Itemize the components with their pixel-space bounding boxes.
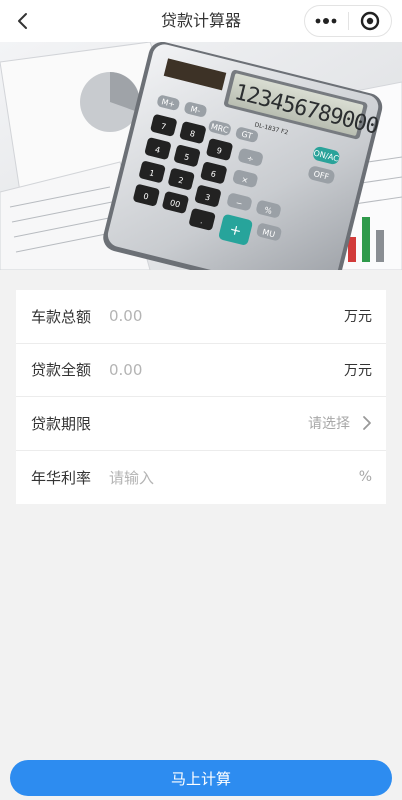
target-circle-icon [360, 11, 379, 31]
miniprogram-capsule [304, 5, 392, 37]
loan-term-label: 贷款期限 [31, 414, 92, 433]
loan-term-select[interactable]: 请选择 [308, 397, 350, 450]
calculator-illustration: 123456789000 DL-1837 F2 M+ M- MRC GT ON/… [0, 42, 402, 270]
car-total-label: 车款总额 [31, 307, 92, 326]
banner-image: 123456789000 DL-1837 F2 M+ M- MRC GT ON/… [0, 42, 402, 270]
more-button[interactable] [305, 6, 348, 36]
calculate-button[interactable]: 马上计算 [10, 760, 392, 796]
annual-rate-label: 年华利率 [31, 468, 92, 487]
form-row-loan-amount[interactable]: 贷款全额 0.00 万元 [16, 344, 386, 397]
form-row-car-total[interactable]: 车款总额 0.00 万元 [16, 290, 386, 344]
more-dots-icon [315, 18, 337, 24]
loan-form: 车款总额 0.00 万元 贷款全额 0.00 万元 贷款期限 请选择 年华利率 … [16, 290, 386, 504]
car-total-unit: 万元 [344, 309, 372, 326]
annual-rate-input[interactable]: 请输入 [109, 451, 154, 505]
car-total-input[interactable]: 0.00 [109, 290, 142, 343]
loan-amount-unit: 万元 [344, 362, 372, 379]
loan-amount-input[interactable]: 0.00 [109, 344, 142, 397]
navigation-bar: 贷款计算器 [0, 0, 402, 42]
form-row-annual-rate[interactable]: 年华利率 请输入 % [16, 451, 386, 505]
form-row-loan-term[interactable]: 贷款期限 请选择 [16, 397, 386, 451]
close-button[interactable] [348, 6, 391, 36]
loan-amount-label: 贷款全额 [31, 361, 92, 380]
chevron-right-icon [362, 397, 372, 450]
annual-rate-unit: % [358, 469, 372, 486]
